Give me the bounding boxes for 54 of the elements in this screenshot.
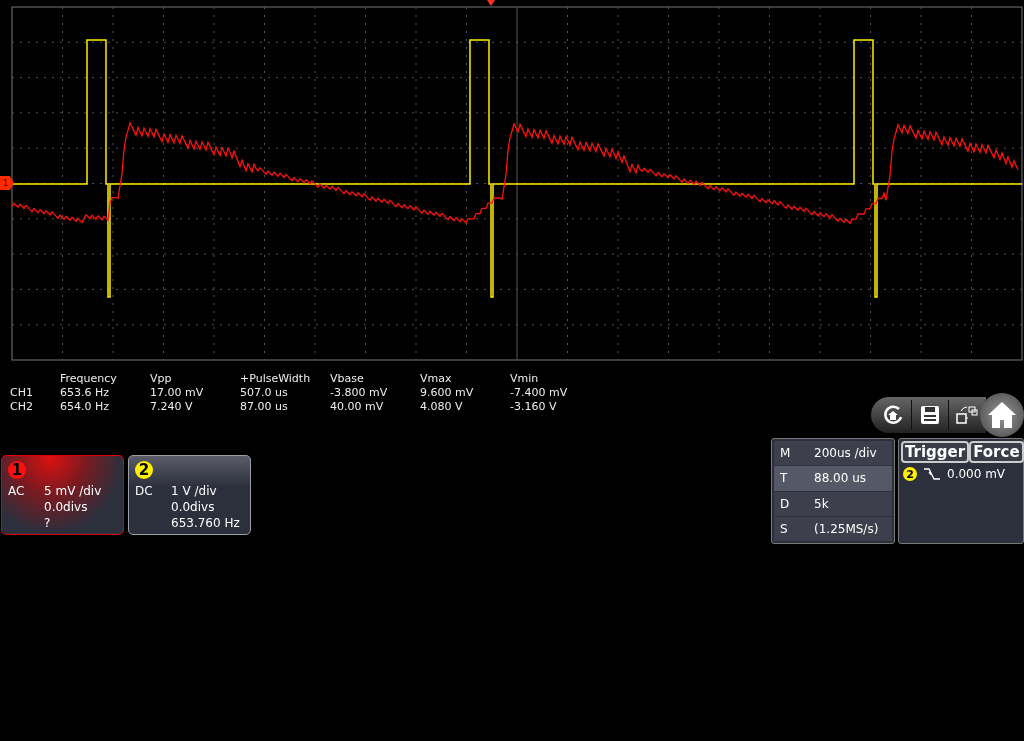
channel-card[interactable]: 1 AC 5 mV /div 0.0divs ? bbox=[1, 455, 124, 535]
coupling-label: DC bbox=[135, 484, 154, 500]
trigger-button[interactable]: Trigger bbox=[901, 441, 970, 463]
scale-value: 5 mV /div bbox=[44, 484, 103, 500]
measurement-header: Vpp bbox=[150, 372, 173, 386]
measurement-value: 4.080 V bbox=[420, 400, 464, 414]
measurement-header: Vmax bbox=[420, 372, 453, 386]
timebase-key: M bbox=[780, 446, 814, 461]
timebase-row[interactable]: D 5k bbox=[774, 491, 892, 516]
timebase-key: D bbox=[780, 496, 814, 511]
channel-reading: 653.760 Hz bbox=[171, 516, 241, 532]
offset-value: 0.0divs bbox=[171, 500, 216, 516]
timebase-key: T bbox=[780, 471, 814, 486]
measurement-value: 507.0 us bbox=[240, 386, 289, 400]
timebase-row[interactable]: T 88.00 us bbox=[774, 466, 892, 491]
channel-number-badge: 1 bbox=[8, 461, 26, 479]
swap-windows-icon[interactable] bbox=[955, 404, 979, 426]
measurement-value: 653.6 Hz bbox=[60, 386, 111, 400]
measurement-header: +PulseWidth bbox=[240, 372, 312, 386]
measurement-value: 9.600 mV bbox=[420, 386, 475, 400]
measurement-value: 654.0 Hz bbox=[60, 400, 111, 414]
timebase-row[interactable]: M 200us /div bbox=[774, 441, 892, 466]
measurement-header: Frequency bbox=[60, 372, 118, 386]
channel-number-badge: 2 bbox=[135, 461, 153, 479]
channel-marker[interactable]: 1 bbox=[0, 176, 14, 190]
measurement-value: 40.00 mV bbox=[330, 400, 385, 414]
measurement-value: 17.00 mV bbox=[150, 386, 205, 400]
channel-label: CH1 bbox=[10, 386, 34, 400]
timebase-value: (1.25MS/s) bbox=[814, 521, 879, 536]
channel-reading: ? bbox=[44, 516, 52, 532]
scale-value: 1 V /div bbox=[171, 484, 218, 500]
timebase-value: 5k bbox=[814, 496, 829, 511]
timebase-value: 88.00 us bbox=[814, 471, 867, 486]
home-icon[interactable] bbox=[986, 400, 1018, 430]
falling-edge-icon bbox=[923, 467, 941, 481]
save-icon[interactable] bbox=[919, 404, 941, 426]
timebase-row[interactable]: S (1.25MS/s) bbox=[774, 516, 892, 541]
timebase-key: S bbox=[780, 521, 814, 536]
measurement-value: 87.00 us bbox=[240, 400, 289, 414]
measurement-value: -3.800 mV bbox=[330, 386, 389, 400]
measurement-value: -3.160 V bbox=[510, 400, 558, 414]
home-refresh-icon[interactable] bbox=[881, 403, 905, 427]
offset-value: 0.0divs bbox=[44, 500, 89, 516]
measurement-value: 7.240 V bbox=[150, 400, 194, 414]
coupling-label: AC bbox=[8, 484, 26, 500]
measurement-header: Vmin bbox=[510, 372, 540, 386]
measurement-header: Vbase bbox=[330, 372, 365, 386]
measurement-value: -7.400 mV bbox=[510, 386, 569, 400]
channel-card[interactable]: 2 DC 1 V /div 0.0divs 653.760 Hz bbox=[128, 455, 251, 535]
timebase-value: 200us /div bbox=[814, 446, 877, 461]
trigger-source-badge: 2 bbox=[903, 467, 917, 481]
force-button[interactable]: Force bbox=[969, 441, 1024, 463]
channel-label: CH2 bbox=[10, 400, 34, 414]
trigger-level: 0.000 mV bbox=[947, 467, 1006, 481]
